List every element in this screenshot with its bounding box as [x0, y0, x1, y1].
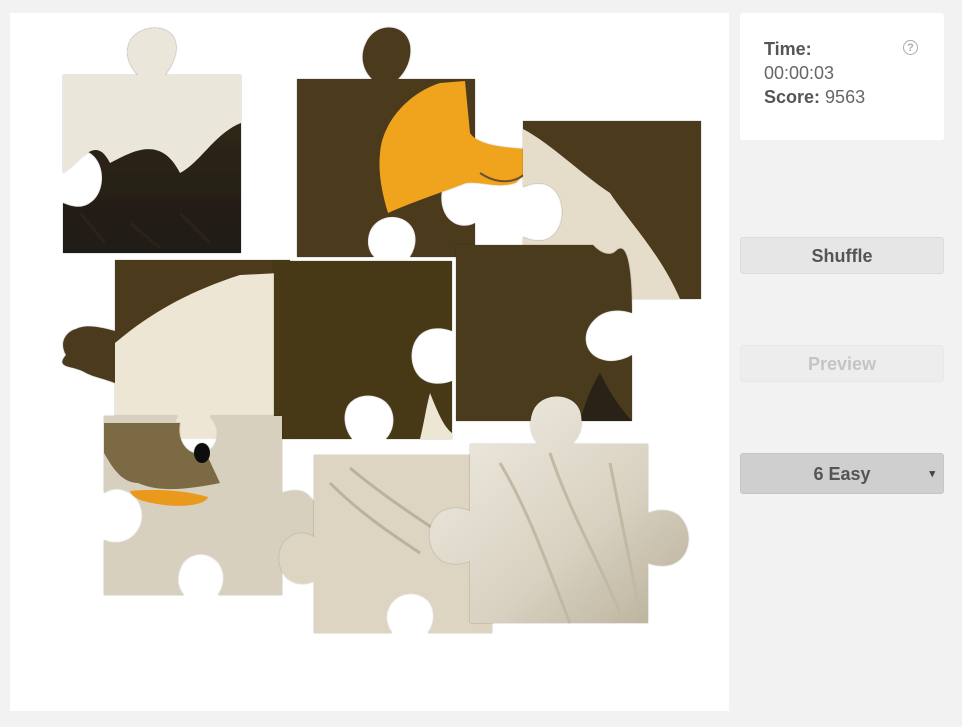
score-row: Score: 9563	[764, 87, 865, 108]
puzzle-board[interactable]	[10, 13, 729, 711]
time-row: Time:	[764, 39, 812, 60]
level-select[interactable]: 6 Easy ▾	[740, 453, 944, 494]
shuffle-button[interactable]: Shuffle	[740, 237, 944, 274]
time-label: Time:	[764, 39, 812, 59]
level-select-value: 6 Easy	[813, 464, 871, 484]
puzzle-piece[interactable]	[456, 245, 632, 421]
help-icon[interactable]: ?	[903, 40, 918, 55]
chevron-down-icon: ▾	[929, 468, 935, 480]
score-value: 9563	[825, 87, 866, 107]
preview-button[interactable]: Preview	[740, 345, 944, 382]
score-label: Score:	[764, 87, 821, 107]
puzzle-piece[interactable]	[62, 260, 291, 438]
puzzle-piece[interactable]	[63, 27, 241, 253]
stats-panel: Time: 00:00:03 Score: 9563 ?	[740, 13, 944, 140]
puzzle-piece[interactable]	[274, 261, 452, 439]
puzzle-piece[interactable]	[297, 27, 528, 257]
puzzle-pieces	[62, 27, 701, 633]
time-value: 00:00:03	[764, 63, 835, 83]
